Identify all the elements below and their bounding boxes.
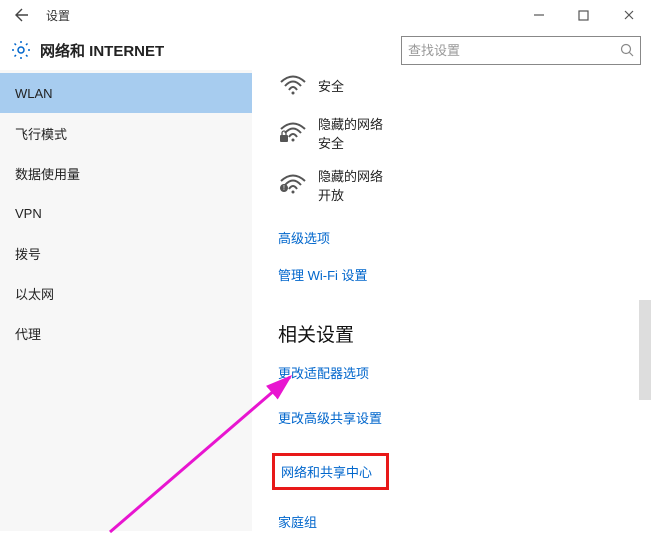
link-change-advanced-sharing[interactable]: 更改高级共享设置 [278, 408, 382, 427]
window-title: 设置 [46, 7, 70, 24]
related-links: 更改适配器选项 更改高级共享设置 网络和共享中心 家庭组 Windows 防火墙 [278, 363, 651, 531]
back-button[interactable] [8, 1, 36, 29]
link-change-adapter[interactable]: 更改适配器选项 [278, 363, 369, 382]
wifi-line1: 隐藏的网络 [318, 114, 383, 133]
sidebar-item-dialup[interactable]: 拨号 [0, 233, 252, 273]
sidebar-item-data-usage[interactable]: 数据使用量 [0, 153, 252, 193]
back-arrow-icon [14, 7, 30, 23]
sidebar-item-label: WLAN [15, 86, 53, 101]
sidebar-item-vpn[interactable]: VPN [0, 193, 252, 233]
wifi-network-text: 隐藏的网络 安全 [318, 114, 383, 152]
scrollbar[interactable] [639, 300, 651, 400]
maximize-button[interactable] [561, 0, 606, 30]
wifi-network-row[interactable]: 安全 [278, 70, 651, 100]
wifi-network-text: 隐藏的网络 开放 [318, 166, 383, 204]
search-box[interactable] [401, 36, 641, 65]
close-button[interactable] [606, 0, 651, 30]
page-title: 网络和 INTERNET [40, 40, 164, 61]
page-header: 网络和 INTERNET [0, 30, 651, 70]
wifi-network-row[interactable]: ! 隐藏的网络 开放 [278, 166, 651, 204]
sidebar-item-label: VPN [15, 206, 42, 221]
wifi-line2: 开放 [318, 185, 383, 204]
search-input[interactable] [408, 43, 620, 58]
sidebar-item-wlan[interactable]: WLAN [0, 73, 252, 113]
body: WLAN 飞行模式 数据使用量 VPN 拨号 以太网 代理 [0, 70, 651, 531]
svg-text:!: ! [283, 185, 285, 192]
sidebar-item-proxy[interactable]: 代理 [0, 313, 252, 353]
sidebar-item-airplane-mode[interactable]: 飞行模式 [0, 113, 252, 153]
titlebar: 设置 [0, 0, 651, 30]
sidebar-item-label: 代理 [15, 324, 41, 343]
link-manage-wifi[interactable]: 管理 Wi-Fi 设置 [278, 265, 368, 284]
sidebar: WLAN 飞行模式 数据使用量 VPN 拨号 以太网 代理 [0, 70, 252, 531]
maximize-icon [578, 10, 589, 21]
wifi-line1: 隐藏的网络 [318, 166, 383, 185]
wifi-secure-icon [278, 70, 308, 100]
sidebar-item-ethernet[interactable]: 以太网 [0, 273, 252, 313]
link-advanced-options[interactable]: 高级选项 [278, 228, 330, 247]
sidebar-item-label: 拨号 [15, 244, 41, 263]
wifi-line2: 安全 [318, 133, 383, 152]
minimize-icon [533, 9, 545, 21]
settings-gear-icon [10, 39, 32, 61]
window-buttons [516, 0, 651, 30]
sidebar-item-label: 飞行模式 [15, 124, 67, 143]
sidebar-item-label: 以太网 [15, 284, 54, 303]
wifi-network-row[interactable]: 隐藏的网络 安全 [278, 114, 651, 152]
main-content: 安全 隐藏的网络 安全 [252, 70, 651, 531]
link-network-sharing-center[interactable]: 网络和共享中心 [272, 453, 389, 490]
section-title-related: 相关设置 [278, 320, 651, 347]
wifi-network-text: 安全 [318, 76, 344, 95]
wifi-line1: 安全 [318, 76, 344, 95]
wifi-hidden-open-icon: ! [278, 170, 308, 200]
minimize-button[interactable] [516, 0, 561, 30]
wifi-hidden-secure-icon [278, 118, 308, 148]
sidebar-item-label: 数据使用量 [15, 164, 80, 183]
search-icon [620, 43, 634, 57]
link-homegroup[interactable]: 家庭组 [278, 512, 317, 531]
close-icon [623, 9, 635, 21]
